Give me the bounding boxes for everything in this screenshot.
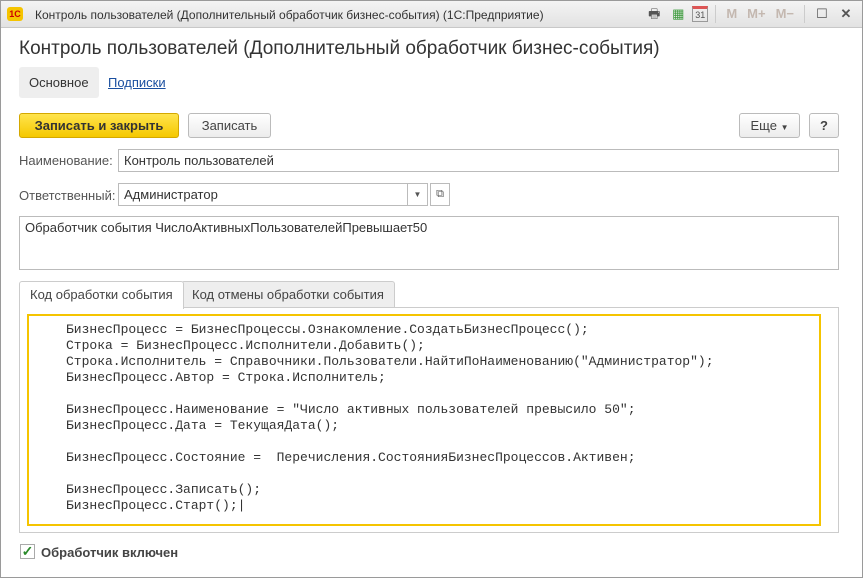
app-logo: 1С xyxy=(7,7,23,21)
maximize-icon[interactable]: ☐ xyxy=(812,5,832,23)
chevron-down-icon: ▼ xyxy=(780,123,789,132)
save-button[interactable]: Записать xyxy=(188,113,271,138)
open-button[interactable]: ⧉ xyxy=(430,183,450,206)
window: 1С Контроль пользователей (Дополнительны… xyxy=(0,0,863,578)
memory-button[interactable]: M xyxy=(723,5,740,23)
name-input[interactable]: Контроль пользователей xyxy=(118,149,839,172)
more-label: Еще xyxy=(750,118,777,133)
open-icon: ⧉ xyxy=(436,188,444,200)
description-input[interactable]: Обработчик события ЧислоАктивныхПользова… xyxy=(19,216,839,270)
divider xyxy=(715,5,717,23)
calendar-icon[interactable]: 31 xyxy=(692,6,709,22)
dropdown-button[interactable]: ▼ xyxy=(408,183,428,206)
calculator-icon[interactable]: ▦ xyxy=(668,5,688,23)
memory-add-button[interactable]: M+ xyxy=(744,5,768,23)
window-title: Контроль пользователей (Дополнительный о… xyxy=(35,8,544,22)
page-title: Контроль пользователей (Дополнительный о… xyxy=(19,38,660,59)
close-icon[interactable]: ✕ xyxy=(836,5,856,23)
more-button[interactable]: Еще ▼ xyxy=(739,113,800,138)
chevron-down-icon: ▼ xyxy=(413,190,422,199)
tab-cancel-code[interactable]: Код отмены обработки события xyxy=(181,281,395,308)
check-icon: ✓ xyxy=(21,543,34,559)
print-icon[interactable]: 🖶 xyxy=(644,5,664,23)
title-bar: 1С Контроль пользователей (Дополнительны… xyxy=(1,1,862,28)
responsible-label: Ответственный: xyxy=(19,188,116,203)
name-label: Наименование: xyxy=(19,153,113,168)
tab-main[interactable]: Основное xyxy=(19,67,99,98)
divider xyxy=(804,5,805,23)
tab-subscriptions[interactable]: Подписки xyxy=(98,67,176,98)
tab-handler-code[interactable]: Код обработки события xyxy=(19,281,184,309)
enabled-checkbox[interactable]: ✓ xyxy=(20,544,35,559)
code-editor[interactable]: БизнесПроцесс = БизнесПроцессы.Ознакомле… xyxy=(27,314,821,526)
enabled-label: Обработчик включен xyxy=(41,545,179,560)
save-and-close-button[interactable]: Записать и закрыть xyxy=(19,113,179,138)
responsible-input[interactable]: Администратор xyxy=(118,183,408,206)
memory-subtract-button[interactable]: M− xyxy=(773,5,797,23)
help-button[interactable]: ? xyxy=(809,113,839,138)
